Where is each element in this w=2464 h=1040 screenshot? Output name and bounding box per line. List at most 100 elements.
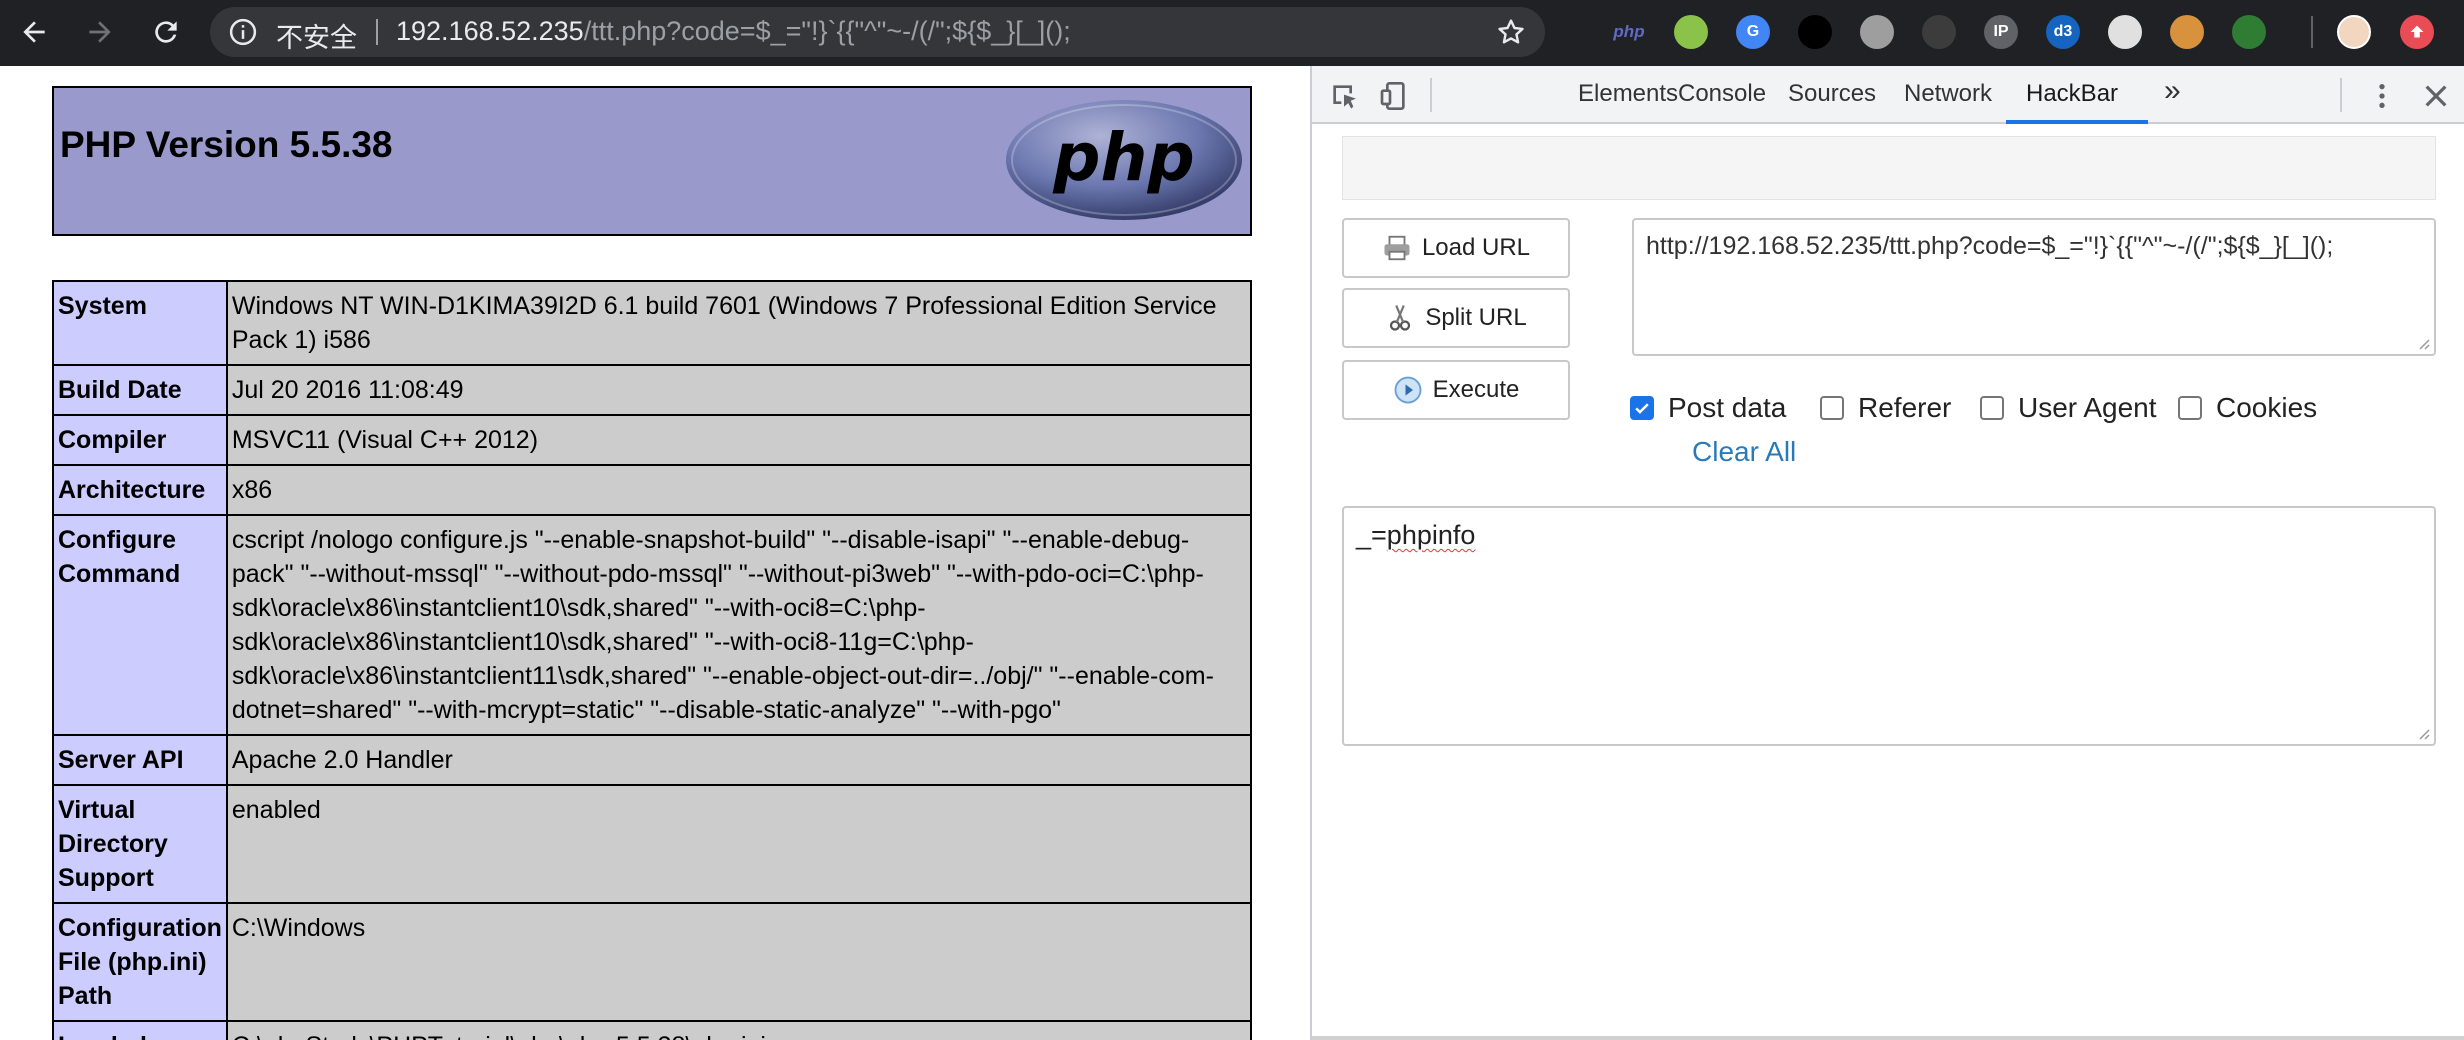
devtools-bottom-edge: [1312, 1036, 2464, 1040]
post-data-checkbox[interactable]: [1630, 396, 1654, 420]
resize-handle-icon[interactable]: [2414, 334, 2430, 350]
forward-button[interactable]: [80, 12, 120, 52]
phpinfo-table: System Windows NT WIN-D1KIMA39I2D 6.1 bui…: [52, 280, 1253, 1040]
row-value: Apache 2.0 Handler: [225, 734, 1253, 786]
tab-hackbar[interactable]: HackBar: [2026, 80, 2118, 108]
table-row: LoadedC:\phpStudy\PHPTutorial\php\php-5.…: [52, 1020, 1253, 1040]
row-key: Build Date: [52, 364, 228, 416]
envelope-ext-icon[interactable]: [2108, 15, 2142, 49]
toolbar-divider: [2311, 16, 2313, 48]
tab-network[interactable]: Network: [1904, 80, 1992, 108]
back-button[interactable]: [14, 12, 54, 52]
user-agent-option[interactable]: User Agent: [1980, 392, 2157, 424]
scissors-icon: [1390, 305, 1411, 331]
tab-sources[interactable]: Sources: [1788, 80, 1876, 108]
cookie-ext-icon[interactable]: [2170, 15, 2204, 49]
table-row: Build Date Jul 20 2016 11:08:49: [52, 364, 1253, 416]
user-agent-label: User Agent: [2018, 392, 2157, 423]
more-tabs-icon[interactable]: »: [2164, 74, 2181, 108]
url-textarea-value: http://192.168.52.235/ttt.php?code=$_="!…: [1646, 232, 2334, 260]
inspect-element-icon[interactable]: [1328, 80, 1360, 112]
php-ext-icon[interactable]: php: [1612, 15, 1646, 49]
cookies-checkbox[interactable]: [2178, 396, 2202, 420]
reload-icon: [155, 21, 177, 43]
table-row: Compiler MSVC11 (Visual C++ 2012): [52, 414, 1253, 466]
ip-ext-icon[interactable]: IP: [1984, 15, 2018, 49]
update-icon[interactable]: [2400, 15, 2434, 49]
d3-ext-icon-label: d3: [2053, 23, 2073, 40]
devtools-divider-right: [2340, 78, 2342, 112]
referer-checkbox[interactable]: [1820, 396, 1844, 420]
green-ext-icon[interactable]: [2232, 15, 2266, 49]
url-host: 192.168.52.235: [396, 16, 584, 46]
d3-ext-icon[interactable]: d3: [2046, 15, 2080, 49]
execute-button[interactable]: Execute: [1342, 360, 1570, 420]
resize-handle-icon[interactable]: [2414, 724, 2430, 740]
row-value: C:\Windows: [225, 902, 1253, 1022]
profile-avatar[interactable]: [2337, 15, 2371, 49]
devtools-divider: [1430, 78, 1432, 112]
php-version-header: PHP Version 5.5.38 php: [52, 86, 1252, 236]
table-row: Configure Command cscript /nologo configu…: [52, 514, 1253, 736]
post-data-value: phpinfo: [1386, 520, 1476, 550]
row-key: Server API: [52, 734, 228, 786]
row-value: x86: [225, 464, 1253, 516]
forward-arrow-icon: [89, 21, 111, 43]
load-url-label: Load URL: [1421, 234, 1531, 261]
post-data-textarea[interactable]: _=phpinfo: [1342, 506, 2436, 746]
split-url-label: Split URL: [1425, 304, 1527, 331]
ninja-ext-icon[interactable]: [1922, 15, 1956, 49]
address-bar[interactable]: 不安全 192.168.52.235/ttt.php?code=$_="!}`{…: [210, 7, 1545, 57]
info-icon[interactable]: [228, 17, 258, 47]
anonymous-mask-icon[interactable]: [1798, 15, 1832, 49]
url-text[interactable]: 192.168.52.235/ttt.php?code=$_="!}`{{"^"…: [396, 16, 1071, 47]
table-row: System Windows NT WIN-D1KIMA39I2D 6.1 bui…: [52, 280, 1253, 366]
post-data-label: Post data: [1668, 392, 1787, 423]
kebab-menu-icon[interactable]: [2366, 80, 2398, 112]
clear-all-link[interactable]: Clear All: [1692, 436, 1796, 468]
devtools-tabbar: Elements Console Sources Network HackBar »: [1312, 66, 2464, 124]
page-content: PHP Version 5.5.38 php System Windows NT …: [0, 66, 1310, 1040]
hackbar-menu-bar: [1342, 136, 2436, 200]
google-translate-icon[interactable]: G: [1736, 15, 1770, 49]
printer-icon: [1384, 235, 1410, 261]
row-key: Loaded: [52, 1020, 228, 1040]
load-url-button[interactable]: Load URL: [1342, 218, 1570, 278]
close-icon[interactable]: [2420, 80, 2452, 112]
google-translate-icon-label: G: [1746, 23, 1760, 40]
puzzle-ext-icon[interactable]: [1860, 15, 1894, 49]
circle-ext-icon[interactable]: [1674, 15, 1708, 49]
address-divider: [376, 19, 378, 45]
cookies-option[interactable]: Cookies: [2178, 392, 2317, 424]
row-key: Compiler: [52, 414, 228, 466]
reload-button[interactable]: [146, 12, 186, 52]
referer-label: Referer: [1858, 392, 1952, 423]
row-value: Windows NT WIN-D1KIMA39I2D 6.1 build 760…: [225, 280, 1253, 366]
php-logo: php: [1006, 100, 1242, 220]
split-url-button[interactable]: Split URL: [1342, 288, 1570, 348]
post-data-prefix: _=: [1356, 520, 1387, 550]
table-row: Architecture x86: [52, 464, 1253, 516]
post-data-option[interactable]: Post data: [1630, 392, 1786, 424]
user-agent-checkbox[interactable]: [1980, 396, 2004, 420]
bookmark-star-icon[interactable]: [1495, 16, 1527, 48]
referer-option[interactable]: Referer: [1820, 392, 1951, 424]
not-secure-label: 不安全: [276, 23, 357, 54]
tab-console[interactable]: Console: [1678, 80, 1766, 108]
cookies-label: Cookies: [2216, 392, 2318, 423]
row-value: MSVC11 (Visual C++ 2012): [225, 414, 1253, 466]
row-value: cscript /nologo configure.js "--enable-s…: [225, 514, 1253, 736]
device-toolbar-icon[interactable]: [1378, 80, 1410, 112]
execute-label: Execute: [1432, 376, 1520, 403]
row-key: System: [52, 280, 228, 366]
url-textarea[interactable]: http://192.168.52.235/ttt.php?code=$_="!…: [1632, 218, 2436, 356]
row-key: Architecture: [52, 464, 228, 516]
row-key: Configuration File (php.ini) Path: [52, 902, 228, 1022]
play-icon: [1394, 376, 1422, 404]
row-value: enabled: [225, 784, 1253, 904]
browser-toolbar: 不安全 192.168.52.235/ttt.php?code=$_="!}`{…: [0, 0, 2464, 66]
row-value: Jul 20 2016 11:08:49: [225, 364, 1253, 416]
row-key: Configure Command: [52, 514, 228, 736]
ip-ext-icon-label: IP: [1993, 23, 2009, 40]
tab-elements[interactable]: Elements: [1578, 80, 1678, 108]
